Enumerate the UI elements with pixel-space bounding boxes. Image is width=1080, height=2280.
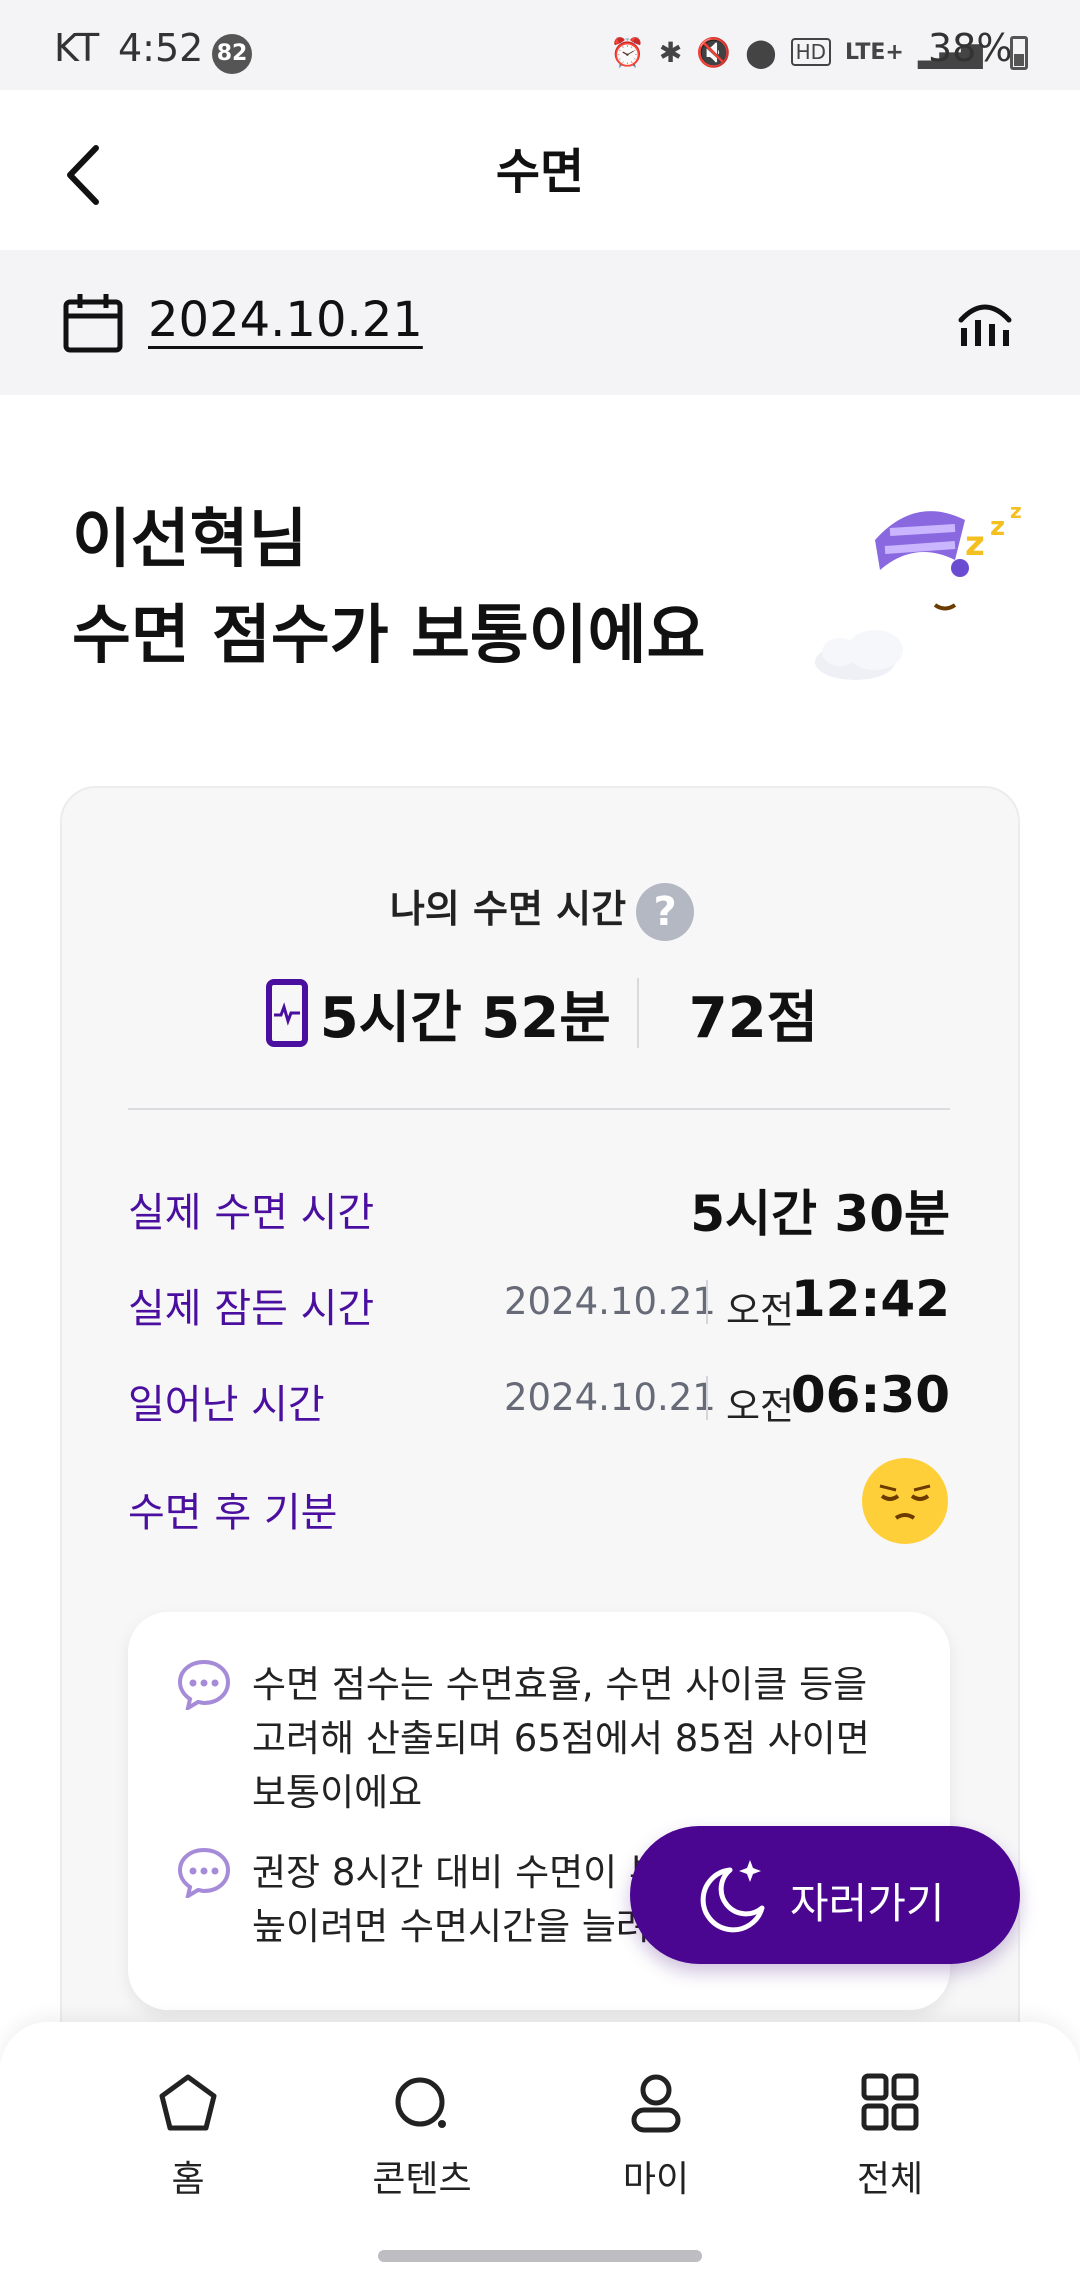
svg-text:z: z	[990, 512, 1005, 542]
woke-up-time: 06:30	[790, 1366, 950, 1424]
page-title: 수면	[495, 144, 585, 200]
calendar-icon[interactable]	[62, 292, 124, 354]
hd-icon: HD	[790, 38, 832, 66]
battery-icon	[1010, 36, 1028, 70]
search-icon	[395, 2077, 446, 2128]
nav-contents-label: 콘텐츠	[372, 2159, 472, 2200]
go-to-sleep-button[interactable]: 자러가기	[630, 1826, 1020, 1964]
woke-up-label: 일어난 시간	[128, 1382, 325, 1428]
row-separator	[706, 1376, 708, 1420]
help-icon[interactable]: ?	[636, 882, 695, 941]
nav-home-label: 홈	[171, 2159, 205, 2200]
nav-my-label: 마이	[622, 2159, 690, 2200]
status-bar: KT 4:52 82 ⏰ ✱ 🔇 ⬤ HD LTE+ ▂▄▆ 38%	[0, 0, 1080, 90]
nav-all[interactable]: 전체	[790, 2072, 990, 2222]
sleepy-face-icon	[862, 1458, 948, 1544]
battery-percent: 38%	[928, 26, 1013, 70]
bottom-navigation: 홈 콘텐츠 마이 전체	[0, 2022, 1080, 2280]
date-selector[interactable]: 2024.10.21	[148, 292, 423, 348]
home-icon	[159, 2074, 217, 2131]
sleeping-moon-icon: z z z	[815, 500, 1022, 680]
sleep-summary: 5시간 52분 72점	[62, 968, 1022, 1058]
go-to-sleep-label: 자러가기	[790, 1879, 945, 1928]
fell-asleep-row: 실제 잠든 시간 2024.10.21 오전 12:42	[128, 1266, 950, 1336]
actual-sleep-label: 실제 수면 시간	[128, 1190, 375, 1236]
row-separator	[706, 1280, 708, 1324]
mood-label: 수면 후 기분	[128, 1490, 338, 1536]
fell-asleep-label: 실제 잠든 시간	[128, 1286, 375, 1332]
total-sleep-time: 5시간 52분	[319, 985, 611, 1051]
chat-bubble-icon	[177, 1659, 231, 1710]
nav-contents[interactable]: 콘텐츠	[322, 2072, 522, 2222]
tip-text: 수면 점수는 수면효율, 수면 사이클 등을 고려해 산출되며 65점에서 85…	[252, 1663, 870, 1814]
date-bar: 2024.10.21	[0, 250, 1080, 395]
bluetooth-icon: ✱	[658, 35, 683, 69]
fell-asleep-ampm: 오전	[726, 1289, 795, 1332]
mood-row: 수면 후 기분	[128, 1458, 950, 1544]
alarm-icon: ⏰	[610, 35, 645, 69]
sleep-score: 72점	[688, 985, 819, 1051]
card-title: 나의 수면 시간?	[62, 878, 1022, 941]
actual-sleep-value: 5시간 30분	[690, 1185, 950, 1243]
fell-asleep-time: 12:42	[790, 1270, 950, 1328]
card-divider	[128, 1108, 950, 1110]
actual-sleep-row: 실제 수면 시간 5시간 30분	[128, 1170, 950, 1243]
nav-my[interactable]: 마이	[556, 2072, 756, 2222]
status-time: 4:52	[118, 26, 204, 70]
nav-all-label: 전체	[856, 2159, 924, 2200]
user-name: 이선혁님	[72, 503, 308, 577]
card-title-text: 나의 수면 시간	[389, 887, 627, 931]
svg-text:z: z	[965, 524, 985, 564]
woke-up-ampm: 오전	[726, 1385, 795, 1428]
stats-icon[interactable]	[955, 290, 1015, 350]
woke-up-row: 일어난 시간 2024.10.21 오전 06:30	[128, 1362, 950, 1432]
svg-text:z: z	[1010, 500, 1022, 523]
notification-badge: 82	[212, 34, 252, 74]
summary-divider	[636, 978, 639, 1048]
woke-up-date: 2024.10.21	[504, 1376, 716, 1419]
fell-asleep-date: 2024.10.21	[504, 1280, 716, 1323]
moon-star-icon	[700, 1860, 765, 1933]
carrier-label: KT	[54, 26, 100, 70]
app-header: 수면	[0, 90, 1080, 250]
home-indicator[interactable]	[378, 2250, 702, 2262]
person-icon	[631, 2074, 681, 2133]
chat-bubble-icon	[177, 1847, 231, 1898]
lte-icon: LTE+	[845, 39, 904, 65]
nav-home[interactable]: 홈	[88, 2072, 288, 2222]
grid-icon	[861, 2073, 919, 2131]
sleep-headline: 이선혁님 수면 점수가 보통이에요	[72, 492, 705, 684]
status-icons: ⏰ ✱ 🔇 ⬤ HD LTE+ ▂▄▆	[610, 28, 982, 76]
location-icon: ⬤	[745, 35, 777, 69]
phone-device-icon	[265, 979, 308, 1047]
sleep-status-text: 수면 점수가 보통이에요	[72, 599, 706, 673]
mute-icon: 🔇	[696, 35, 732, 69]
